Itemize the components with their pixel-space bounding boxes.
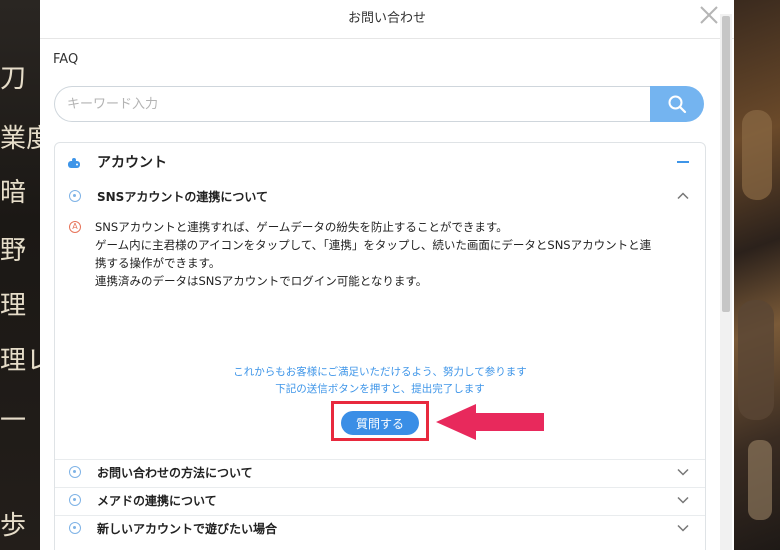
background-glyph: 暗 [0,178,27,208]
chevron-up-icon [677,192,689,200]
category-header-account[interactable]: アカウント [55,143,705,181]
search-bar [54,86,704,122]
answer-line: 携する操作ができます。 [95,256,221,270]
answer-line: 連携済みのデータはSNSアカウントでログイン可能となります。 [95,274,428,288]
question-row[interactable]: お問い合わせの方法について [55,459,705,487]
chevron-down-icon [677,524,689,532]
question-title: 新しいアカウントで遊びたい場合 [97,522,278,536]
game-controller-icon [68,158,80,168]
notice-text: 下記の送信ボタンを押すと、提出完了します [275,383,485,395]
background-glyph: 理 [0,291,27,321]
question-title: SNSアカウントの連携について [97,190,268,204]
background-glyph: 理レベ [0,346,40,376]
faq-panel: アカウント SNSアカウントの連携について A SNSアカウントと連携すれば、ゲ… [54,142,706,550]
background-game-right [734,0,780,550]
scrollbar[interactable] [720,14,732,550]
question-icon [69,190,81,202]
search-button[interactable] [650,86,704,122]
answer-line: SNSアカウントと連携すれば、ゲームデータの紛失を防止することができます。 [95,220,508,234]
background-glyph: 歩 [0,511,27,541]
left-arrow-annotation-icon [436,404,544,440]
close-button[interactable] [698,4,720,26]
question-icon [69,494,81,506]
background-glyph: 野 [0,236,27,266]
search-icon [668,95,687,114]
answer-line: ゲーム内に主君様のアイコンをタップして、「連携」をタップし、続いた画面にデータと… [95,238,652,252]
question-icon [69,466,81,478]
chevron-down-icon [677,496,689,504]
question-row[interactable]: メアドの連携について [55,487,705,515]
chevron-down-icon [677,468,689,476]
background-glyph: 一 [0,406,27,436]
answer-icon: A [69,221,81,233]
ask-question-button[interactable]: 質問する [341,411,419,435]
modal-title: お問い合わせ [40,0,734,39]
close-icon [700,6,718,24]
question-title: お問い合わせの方法について [97,466,253,480]
background-game-left: 刀 業度 暗 野 理 理レベ 一 歩 [0,0,40,550]
question-row-open[interactable]: SNSアカウントの連携について [55,183,705,211]
question-icon [69,522,81,534]
background-glyph: 業度 [0,124,40,154]
inquiry-modal: お問い合わせ FAQ アカウント [40,0,734,550]
question-row[interactable]: 新しいアカウントで遊びたい場合 [55,515,705,543]
search-input[interactable] [54,86,652,122]
notice-text: これからもお客様にご満足いただけるよう、努力して参ります [233,366,527,378]
collapse-icon[interactable] [677,161,689,163]
faq-label: FAQ [53,52,79,67]
scrollbar-thumb[interactable] [722,16,730,312]
category-title: アカウント [97,155,167,171]
background-glyph: 刀 [0,64,27,94]
question-title: メアドの連携について [97,494,217,508]
